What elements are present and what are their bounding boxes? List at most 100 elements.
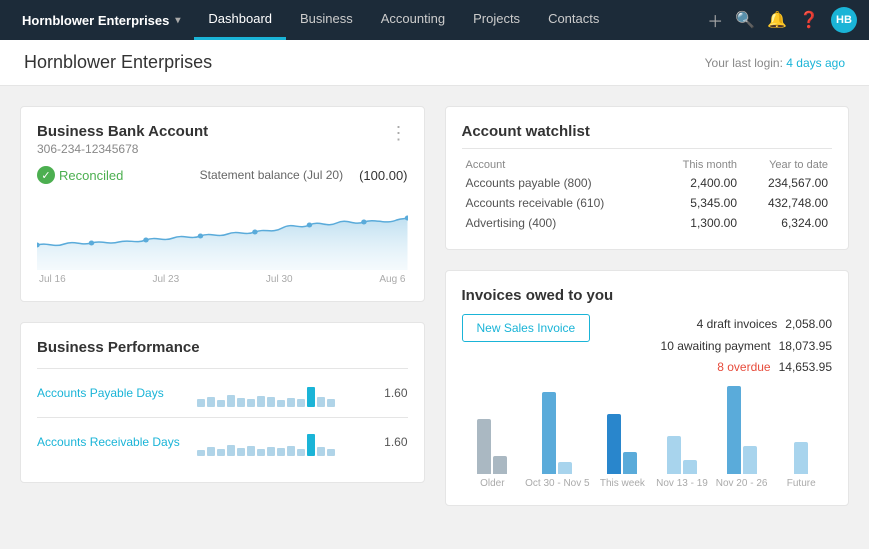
drafts-label: 4 draft invoices [697, 314, 778, 336]
watchlist-card: Account watchlist Account This month Yea… [445, 106, 850, 250]
bp-row-payable: Accounts Payable Days [37, 379, 408, 407]
bp-bar-highlight [307, 387, 315, 407]
search-icon[interactable]: 🔍 [735, 10, 755, 30]
bar-label-thisweek: This week [600, 478, 645, 489]
awaiting-value: 18,073.95 [779, 336, 832, 358]
statement-balance: (100.00) [359, 168, 407, 183]
bp-bar [237, 398, 245, 407]
last-login-link[interactable]: 4 days ago [786, 56, 845, 70]
bp-bar [327, 399, 335, 407]
bar-older-2 [493, 456, 507, 474]
watchlist-ytd-2: 432,748.00 [741, 193, 832, 213]
bp-bar [207, 397, 215, 407]
watchlist-month-3: 1,300.00 [658, 213, 741, 233]
bp-bar [317, 447, 325, 456]
bp-bar [247, 399, 255, 407]
reconciled-badge: ✓ Reconciled [37, 166, 123, 184]
bp-bar [297, 449, 305, 456]
bp-bar [317, 397, 325, 407]
bar-label-future: Future [787, 478, 816, 489]
main-nav: Hornblower Enterprises ▾ Dashboard Busin… [0, 0, 869, 40]
bp-bar [277, 400, 285, 407]
watchlist-header-ytd: Year to date [741, 157, 832, 173]
invoice-stat-drafts: 4 draft invoices 2,058.00 [661, 314, 832, 336]
overdue-value: 14,653.95 [779, 357, 832, 379]
watchlist-account-2: Accounts receivable (610) [462, 193, 658, 213]
bar-nov13-2 [683, 460, 697, 474]
chart-label-2: Jul 23 [152, 274, 179, 285]
chart-labels: Jul 16 Jul 23 Jul 30 Aug 6 [37, 274, 408, 285]
bar-future-1 [794, 442, 808, 474]
new-invoice-button[interactable]: New Sales Invoice [462, 314, 591, 342]
page-title: Hornblower Enterprises [24, 52, 212, 73]
bar-nov20-1 [727, 386, 741, 474]
business-performance-card: Business Performance Accounts Payable Da… [20, 322, 425, 483]
add-icon[interactable]: ＋ [707, 8, 723, 32]
bp-bar [257, 449, 265, 456]
watchlist-table: Account This month Year to date Accounts… [462, 157, 833, 233]
watchlist-row: Advertising (400) 1,300.00 6,324.00 [462, 213, 833, 233]
bar-oct-1 [542, 392, 556, 474]
nav-accounting[interactable]: Accounting [367, 0, 459, 40]
bp-value-receivable: 1.60 [378, 435, 408, 449]
brand-button[interactable]: Hornblower Enterprises ▾ [12, 13, 190, 28]
check-icon: ✓ [37, 166, 55, 184]
bp-label-payable[interactable]: Accounts Payable Days [37, 386, 187, 400]
watchlist-account-1: Accounts payable (800) [462, 173, 658, 193]
bank-card-account-number: 306-234-12345678 [37, 142, 208, 156]
bp-bar [267, 447, 275, 456]
avatar[interactable]: HB [831, 7, 857, 33]
bar-older-1 [477, 419, 491, 474]
nav-right: ＋ 🔍 🔔 ❓ HB [707, 7, 857, 33]
bp-bar-highlight [307, 434, 315, 456]
bp-bar [197, 450, 205, 456]
bp-label-receivable[interactable]: Accounts Receivable Days [37, 435, 187, 449]
watchlist-header-month: This month [658, 157, 741, 173]
bp-bar [277, 448, 285, 456]
brand-label: Hornblower Enterprises [22, 13, 169, 28]
main-content: Business Bank Account 306-234-12345678 ⋮… [0, 86, 869, 526]
bar-week-2 [623, 452, 637, 474]
bar-label-older: Older [480, 478, 504, 489]
help-icon[interactable]: ❓ [799, 10, 819, 30]
bar-group-nov20: Nov 20 - 26 [715, 386, 769, 489]
bar-nov20-2 [743, 446, 757, 474]
page-header: Hornblower Enterprises Your last login: … [0, 40, 869, 86]
bar-label-oct: Oct 30 - Nov 5 [525, 478, 589, 489]
bp-bar [217, 449, 225, 456]
bank-card-menu-icon[interactable]: ⋮ [390, 123, 408, 144]
nav-business[interactable]: Business [286, 0, 367, 40]
bp-row-receivable: Accounts Receivable Days [37, 428, 408, 456]
bank-area-chart [37, 190, 408, 270]
last-login-text: Your last login: [705, 56, 783, 70]
bank-account-card: Business Bank Account 306-234-12345678 ⋮… [20, 106, 425, 302]
bp-bar [237, 448, 245, 456]
invoices-title: Invoices owed to you [462, 287, 833, 304]
watchlist-ytd-1: 234,567.00 [741, 173, 832, 193]
bp-bars-receivable [197, 428, 368, 456]
overdue-label: 8 overdue [717, 357, 770, 379]
nav-dashboard[interactable]: Dashboard [194, 0, 286, 40]
awaiting-label: 10 awaiting payment [661, 336, 771, 358]
bp-bars-payable [197, 379, 368, 407]
bp-bar [327, 449, 335, 456]
bp-bar [297, 399, 305, 407]
bar-group-future: Future [774, 442, 828, 489]
watchlist-month-1: 2,400.00 [658, 173, 741, 193]
bar-group-thisweek: This week [596, 414, 650, 489]
bp-value-payable: 1.60 [378, 386, 408, 400]
chart-label-3: Jul 30 [266, 274, 293, 285]
bell-icon[interactable]: 🔔 [767, 10, 787, 30]
bp-bar [247, 446, 255, 456]
invoices-bar-chart: Older Oct 30 - Nov 5 This week [462, 389, 833, 489]
watchlist-row: Accounts payable (800) 2,400.00 234,567.… [462, 173, 833, 193]
bank-card-title: Business Bank Account [37, 123, 208, 140]
reconciled-label: Reconciled [59, 168, 123, 183]
bp-bar [227, 445, 235, 456]
watchlist-account-3: Advertising (400) [462, 213, 658, 233]
bp-bar [217, 400, 225, 407]
nav-contacts[interactable]: Contacts [534, 0, 613, 40]
reconciled-row: ✓ Reconciled Statement balance (Jul 20) … [37, 166, 408, 184]
invoice-stat-overdue: 8 overdue 14,653.95 [661, 357, 832, 379]
nav-projects[interactable]: Projects [459, 0, 534, 40]
